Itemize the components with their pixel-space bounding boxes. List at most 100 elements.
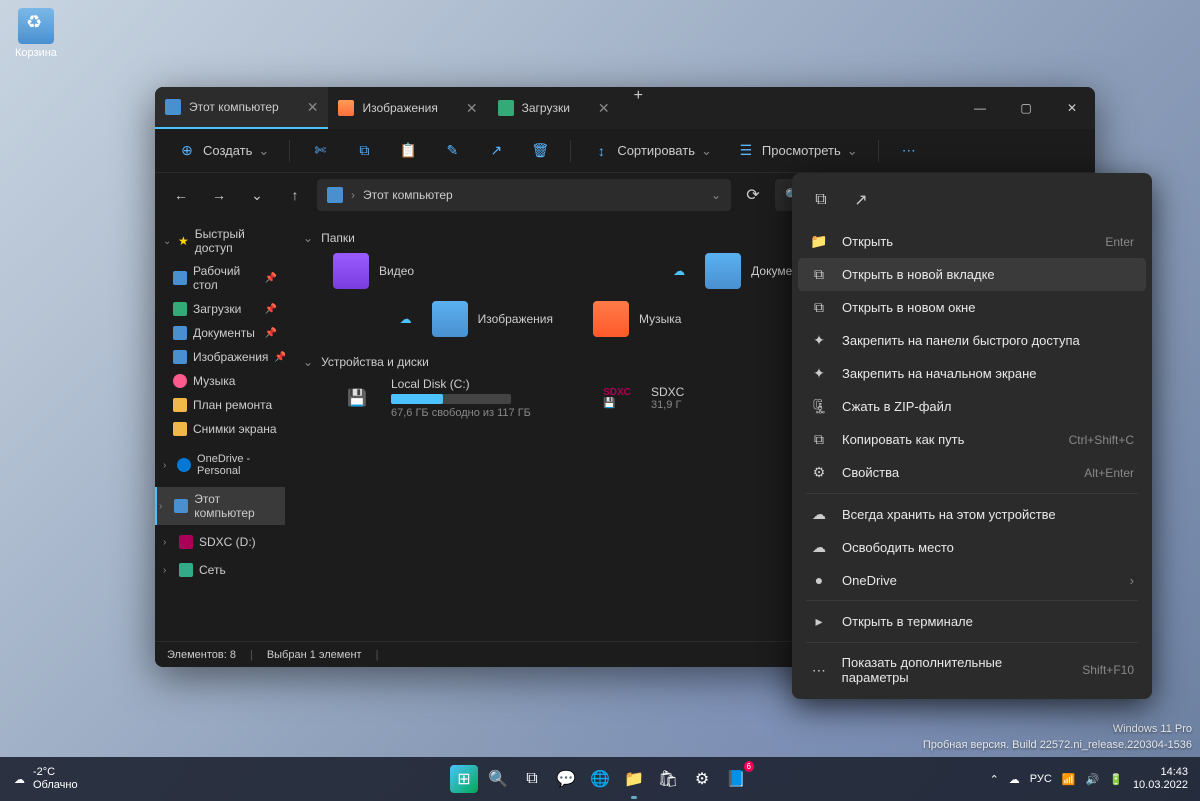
folder-video[interactable]: Видео	[333, 253, 553, 289]
recycle-icon	[18, 8, 54, 44]
context-menu-item[interactable]: ⧉Открыть в новом окне	[798, 291, 1146, 324]
separator	[806, 642, 1138, 643]
new-tab-button[interactable]: +	[620, 87, 657, 129]
settings-button[interactable]: ⚙	[688, 765, 716, 793]
computer-icon	[174, 499, 188, 513]
sidebar-item-desktop[interactable]: Рабочий стол📌	[155, 259, 285, 297]
close-icon[interactable]: ✕	[598, 100, 610, 117]
teams-button[interactable]: 💬	[552, 765, 580, 793]
cut-button[interactable]: ✄	[300, 135, 340, 167]
close-button[interactable]: ✕	[1049, 87, 1095, 129]
drive-c[interactable]: 💾 Local Disk (C:) 67,6 ГБ свободно из 11…	[333, 377, 553, 419]
minimize-button[interactable]: —	[957, 87, 1003, 129]
search-button[interactable]: 🔍	[484, 765, 512, 793]
separator	[806, 493, 1138, 494]
sidebar-thispc[interactable]: ›Этот компьютер	[155, 487, 285, 525]
context-menu-item[interactable]: 📁ОткрытьEnter	[798, 225, 1146, 258]
onedrive-icon	[177, 458, 191, 472]
tab-images[interactable]: Изображения ✕	[328, 87, 487, 129]
pin-icon: 📌	[265, 304, 277, 315]
weather-widget[interactable]: ☁ -2°C Облачно	[0, 766, 92, 792]
chevron-up-icon[interactable]: ⌃	[990, 773, 999, 786]
context-menu-item[interactable]: ⚙СвойстваAlt+Enter	[798, 456, 1146, 489]
plus-icon: ⊕	[177, 141, 197, 161]
separator	[289, 140, 290, 162]
up-button[interactable]: ↑	[279, 179, 311, 211]
music-icon	[173, 374, 187, 388]
context-menu-item[interactable]: ✦Закрепить на начальном экране	[798, 357, 1146, 390]
copy-button[interactable]: ⧉	[804, 183, 838, 217]
close-icon[interactable]: ✕	[466, 100, 478, 117]
context-menu-item[interactable]: ⋯Показать дополнительные параметрыShift+…	[798, 647, 1146, 693]
sidebar-item-images[interactable]: Изображения📌	[155, 345, 285, 369]
share-button[interactable]: ↗	[476, 135, 516, 167]
sort-button[interactable]: ↕Сортировать ⌄	[581, 135, 722, 167]
sidebar-item-music[interactable]: Музыка	[155, 369, 285, 393]
taskbar: ☁ -2°C Облачно ⊞ 🔍 ⧉ 💬 🌐 📁 🛍 ⚙ 📘6 ⌃ ☁ РУ…	[0, 757, 1200, 801]
rename-button[interactable]: ✎	[432, 135, 472, 167]
sidebar-item-documents[interactable]: Документы📌	[155, 321, 285, 345]
paste-button[interactable]: 📋	[388, 135, 428, 167]
folder-music[interactable]: Музыка	[593, 301, 813, 337]
explorer-button[interactable]: 📁	[620, 765, 648, 793]
edge-button[interactable]: 🌐	[586, 765, 614, 793]
watermark-line1: Windows 11 Pro	[923, 722, 1192, 737]
tab-downloads[interactable]: Загрузки ✕	[488, 87, 620, 129]
sidebar-item-folder[interactable]: План ремонта	[155, 393, 285, 417]
context-menu-item[interactable]: ▸Открыть в терминале	[798, 605, 1146, 638]
sidebar-quick-access[interactable]: ⌄★Быстрый доступ	[155, 223, 285, 259]
forward-button[interactable]: →	[203, 179, 235, 211]
context-menu-item[interactable]: ⧉Открыть в новой вкладке	[798, 258, 1146, 291]
copy-icon: ⧉	[354, 141, 374, 161]
more-icon: ⋯	[899, 141, 919, 161]
sync-icon: ☁	[400, 312, 412, 326]
shortcut: Shift+F10	[1082, 663, 1134, 677]
tab-thispc[interactable]: Этот компьютер ✕	[155, 87, 328, 129]
refresh-button[interactable]: ⟳	[737, 179, 769, 211]
sidebar-sdxc[interactable]: ›SDXC (D:)	[155, 531, 285, 553]
wifi-icon[interactable]: 📶	[1062, 773, 1076, 786]
share-icon: ↗	[486, 141, 506, 161]
sidebar-item-screenshots[interactable]: Снимки экрана	[155, 417, 285, 441]
context-menu-item[interactable]: ⧉Копировать как путьCtrl+Shift+C	[798, 423, 1146, 456]
folder-images[interactable]: ☁Изображения	[333, 301, 553, 337]
view-button[interactable]: ☰Просмотреть ⌄	[726, 135, 868, 167]
start-button[interactable]: ⊞	[450, 765, 478, 793]
recent-button[interactable]: ⌄	[241, 179, 273, 211]
language-button[interactable]: РУС	[1030, 773, 1052, 785]
store-button[interactable]: 🛍	[654, 765, 682, 793]
maximize-button[interactable]: ▢	[1003, 87, 1049, 129]
close-icon[interactable]: ✕	[307, 99, 319, 116]
onedrive-icon[interactable]: ☁	[1009, 773, 1020, 786]
sidebar-onedrive[interactable]: ›OneDrive - Personal	[155, 449, 285, 481]
share-button[interactable]: ↗	[844, 183, 878, 217]
sidebar-item-downloads[interactable]: Загрузки📌	[155, 297, 285, 321]
pin-icon: 📌	[265, 328, 277, 339]
battery-icon[interactable]: 🔋	[1109, 773, 1123, 786]
more-button[interactable]: ⋯	[889, 135, 929, 167]
context-menu-item[interactable]: ☁Всегда хранить на этом устройстве	[798, 498, 1146, 531]
drive-sdxc[interactable]: SDXC💾 SDXC 31,9 Г	[593, 377, 813, 419]
app-button[interactable]: 📘6	[722, 765, 750, 793]
recycle-bin[interactable]: Корзина	[15, 8, 57, 59]
taskview-button[interactable]: ⧉	[518, 765, 546, 793]
star-icon: ★	[178, 234, 189, 248]
context-menu-item[interactable]: ✦Закрепить на панели быстрого доступа	[798, 324, 1146, 357]
copy-button[interactable]: ⧉	[344, 135, 384, 167]
context-menu-item[interactable]: ●OneDrive›	[798, 564, 1146, 596]
menu-icon: ⋯	[810, 662, 828, 679]
clock[interactable]: 14:43 10.03.2022	[1133, 766, 1188, 792]
tab-label: Загрузки	[522, 101, 570, 115]
delete-button[interactable]: 🗑	[520, 135, 560, 167]
back-button[interactable]: ←	[165, 179, 197, 211]
documents-icon	[173, 326, 187, 340]
sidebar-network[interactable]: ›Сеть	[155, 559, 285, 581]
volume-icon[interactable]: 🔊	[1086, 773, 1100, 786]
images-icon	[432, 301, 468, 337]
chevron-down-icon[interactable]: ⌄	[711, 188, 721, 202]
context-menu-item[interactable]: 🗜Сжать в ZIP-файл	[798, 390, 1146, 423]
context-menu-item[interactable]: ☁Освободить место	[798, 531, 1146, 564]
address-bar[interactable]: › Этот компьютер ⌄	[317, 179, 731, 211]
folder-documents[interactable]: ☁Документы	[593, 253, 813, 289]
new-button[interactable]: ⊕Создать ⌄	[167, 135, 279, 167]
